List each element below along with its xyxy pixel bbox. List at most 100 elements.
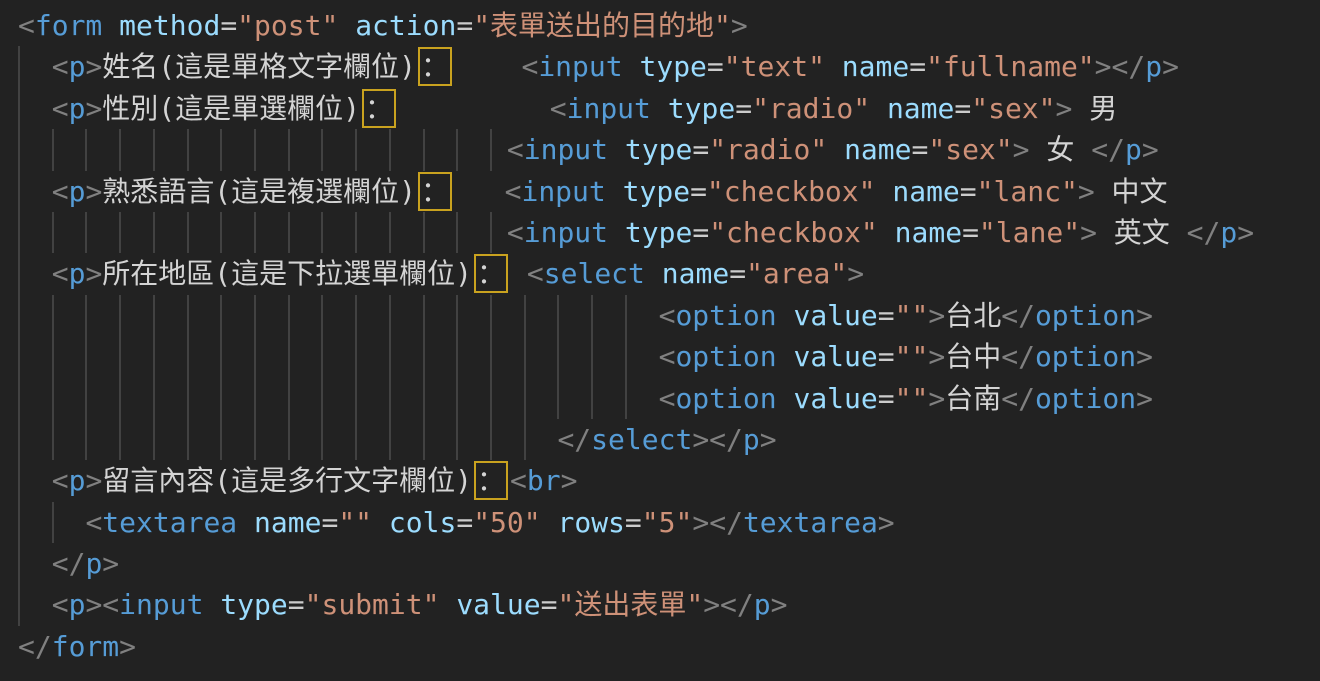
token-txt: 留言內容(這是多行文字欄位): [102, 464, 472, 497]
code-line[interactable]: <input type="checkbox" name="lane"> 英文 <…: [0, 212, 1320, 253]
indent-guide: [52, 129, 54, 170]
token-pun: >: [928, 340, 945, 373]
token-eq: =: [692, 133, 709, 166]
token-pun: >: [928, 382, 945, 415]
indent-guide: [288, 336, 290, 377]
code-line[interactable]: <form method="post" action="表單送出的目的地">: [0, 5, 1320, 46]
token-txt: 男: [1072, 92, 1117, 125]
token-t: [541, 506, 558, 539]
code-line[interactable]: <p>留言內容(這是多行文字欄位)：<br>: [0, 460, 1320, 501]
token-pun: >: [1142, 133, 1159, 166]
token-eq: =: [456, 9, 473, 42]
code-line[interactable]: <p>姓名(這是單格文字欄位)： <input type="text" name…: [0, 46, 1320, 87]
indent-guide: [625, 336, 627, 377]
token-tag: p: [69, 50, 86, 83]
token-tag: input: [567, 92, 651, 125]
indent-guide: [18, 295, 20, 336]
token-pun: >: [561, 464, 578, 497]
code-line[interactable]: <p><input type="submit" value="送出表單"></p…: [0, 584, 1320, 625]
code-line[interactable]: <option value="">台北</option>: [0, 295, 1320, 336]
code-line[interactable]: <textarea name="" cols="50" rows="5"></t…: [0, 502, 1320, 543]
indent-guide: [52, 378, 54, 419]
indent-guide: [423, 336, 425, 377]
indent-guide: [254, 378, 256, 419]
code-line[interactable]: <input type="radio" name="sex"> 女 </p>: [0, 129, 1320, 170]
indent-guide: [18, 543, 20, 584]
indent-guide: [456, 212, 458, 253]
indent-guide: [456, 295, 458, 336]
token-t: [876, 175, 893, 208]
indent-guide: [288, 212, 290, 253]
token-eq: =: [288, 588, 305, 621]
indent-guide: [220, 295, 222, 336]
code-line[interactable]: </form>: [0, 626, 1320, 667]
indent-guide: [423, 419, 425, 460]
code-editor[interactable]: <form method="post" action="表單送出的目的地"> <…: [0, 0, 1320, 681]
token-eq: =: [625, 506, 642, 539]
token-pun: ></: [692, 506, 743, 539]
token-tag: textarea: [743, 506, 878, 539]
code-line[interactable]: <option value="">台南</option>: [0, 378, 1320, 419]
token-str: "post": [237, 9, 338, 42]
token-attr: value: [793, 382, 877, 415]
token-t: [454, 175, 505, 208]
token-txt: 性別(這是單選欄位): [102, 92, 360, 125]
token-tag: p: [69, 175, 86, 208]
token-pun: >: [85, 50, 102, 83]
indent-guide: [18, 419, 20, 460]
token-eq: =: [729, 257, 746, 290]
indent-guide: [153, 295, 155, 336]
code-line[interactable]: <option value="">台中</option>: [0, 336, 1320, 377]
token-pun: <: [52, 92, 69, 125]
indent-guide: [355, 129, 357, 170]
token-eq: =: [962, 216, 979, 249]
indent-guide: [153, 378, 155, 419]
token-txt: 台南: [945, 382, 1001, 415]
indent-guide: [490, 419, 492, 460]
indent-guide: [321, 336, 323, 377]
indent-guide: [557, 378, 559, 419]
token-tag: p: [69, 588, 86, 621]
token-pun: </: [1091, 133, 1125, 166]
token-pun: </: [1187, 216, 1221, 249]
indent-guide: [119, 419, 121, 460]
code-line-text: <input type="radio" name="sex"> 女 </p>: [18, 133, 1159, 166]
indent-guide: [187, 419, 189, 460]
code-line[interactable]: <p>熟悉語言(這是複選欄位)： <input type="checkbox" …: [0, 171, 1320, 212]
token-t: [645, 257, 662, 290]
token-attr: value: [793, 299, 877, 332]
token-pun: ></: [692, 423, 743, 456]
token-pun: <: [659, 299, 676, 332]
indent-guide: [321, 129, 323, 170]
token-t: [203, 588, 220, 621]
code-line[interactable]: <p>性別(這是單選欄位)： <input type="radio" name=…: [0, 88, 1320, 129]
token-pun: <: [527, 257, 544, 290]
token-pun: <: [52, 464, 69, 497]
token-eq: =: [541, 588, 558, 621]
token-attr: name: [842, 50, 909, 83]
token-str: "5": [642, 506, 693, 539]
token-attr: method: [119, 9, 220, 42]
token-tag: textarea: [102, 506, 237, 539]
unicode-highlight-colon: ：: [474, 461, 508, 500]
token-pun: <: [550, 92, 567, 125]
token-pun: >: [760, 423, 777, 456]
token-attr: rows: [557, 506, 624, 539]
token-attr: name: [844, 133, 911, 166]
token-pun: >: [878, 506, 895, 539]
token-t: [608, 216, 625, 249]
unicode-highlight-colon: ：: [418, 172, 452, 211]
code-line[interactable]: </select></p>: [0, 419, 1320, 460]
token-tag: form: [52, 630, 119, 663]
token-pun: >: [1162, 50, 1179, 83]
indent-guide: [18, 502, 20, 543]
token-tag: input: [524, 216, 608, 249]
indent-guide: [288, 129, 290, 170]
token-eq: =: [960, 175, 977, 208]
indent-guide: [423, 295, 425, 336]
token-eq: =: [735, 92, 752, 125]
code-line[interactable]: </p>: [0, 543, 1320, 584]
token-attr: type: [623, 175, 690, 208]
code-line[interactable]: <p>所在地區(這是下拉選單欄位)： <select name="area">: [0, 253, 1320, 294]
token-t: [454, 50, 521, 83]
